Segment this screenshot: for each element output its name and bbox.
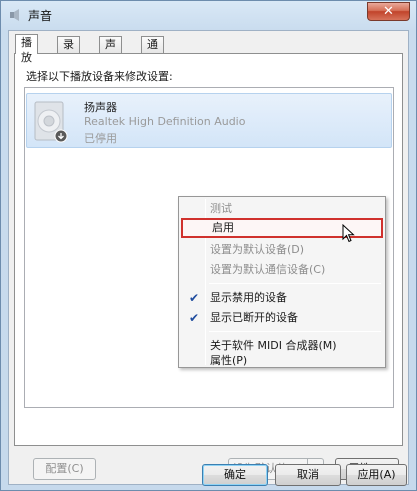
ok-button[interactable]: 确定 xyxy=(202,464,268,486)
title-bar[interactable]: 声音 ✕ xyxy=(1,1,416,29)
menu-item-label: 测试 xyxy=(210,202,232,215)
tab-sounds[interactable]: 声音 xyxy=(99,36,122,66)
menu-item-properties[interactable]: 属性(P) xyxy=(181,354,383,368)
menu-item-label: 关于软件 MIDI 合成器(M) xyxy=(210,339,337,352)
menu-item-test[interactable]: 测试 xyxy=(181,199,383,219)
menu-item-label: 显示禁用的设备 xyxy=(210,291,287,304)
window-title: 声音 xyxy=(28,9,53,23)
menu-item-show-disabled[interactable]: ✔ 显示禁用的设备 xyxy=(181,288,383,308)
menu-item-label: 启用 xyxy=(212,221,234,234)
tab-playback[interactable]: 播放 xyxy=(15,34,38,64)
device-status: 已停用 xyxy=(84,132,117,145)
apply-button[interactable]: 应用(A) xyxy=(346,464,407,486)
dialog-client: 播放 录制 声音 通信 选择以下播放设备来修改设置: 扬声器 Realtek H… xyxy=(8,30,409,486)
device-list[interactable]: 扬声器 Realtek High Definition Audio 已停用 测试… xyxy=(24,87,394,408)
menu-item-label: 属性(P) xyxy=(210,354,248,367)
menu-item-label: 设置为默认设备(D) xyxy=(210,243,305,256)
mouse-cursor-icon xyxy=(342,224,355,243)
checkmark-icon: ✔ xyxy=(189,291,200,305)
speaker-icon xyxy=(10,9,19,21)
tab-communications[interactable]: 通信 xyxy=(141,36,164,66)
menu-item-set-default-comm[interactable]: 设置为默认通信设备(C) xyxy=(181,260,383,280)
instruction-text: 选择以下播放设备来修改设置: xyxy=(26,70,173,83)
sound-dialog: 声音 ✕ 播放 录制 声音 通信 选择以下播放设备来修改设置: xyxy=(0,0,417,491)
configure-button[interactable]: 配置(C) xyxy=(33,458,96,480)
device-name: 扬声器 xyxy=(84,101,117,114)
checkmark-icon: ✔ xyxy=(189,311,200,325)
cancel-button[interactable]: 取消 xyxy=(275,464,341,486)
close-button[interactable]: ✕ xyxy=(367,2,410,21)
menu-item-show-disconnected[interactable]: ✔ 显示已断开的设备 xyxy=(181,308,383,328)
tab-recording[interactable]: 录制 xyxy=(57,36,80,66)
playback-panel: 选择以下播放设备来修改设置: 扬声器 Realtek High Definiti… xyxy=(14,53,403,480)
speaker-device-icon xyxy=(34,101,68,143)
context-menu: 测试 启用 设置为默认设备(D) 设置为默认通信设备(C) ✔ 显示禁用的设备 ✔… xyxy=(178,196,386,368)
device-item-speakers[interactable]: 扬声器 Realtek High Definition Audio 已停用 xyxy=(26,93,392,148)
menu-item-label: 显示已断开的设备 xyxy=(210,311,298,324)
menu-separator xyxy=(209,283,381,284)
menu-item-about-midi[interactable]: 关于软件 MIDI 合成器(M) xyxy=(181,336,383,356)
menu-separator xyxy=(209,331,381,332)
device-description: Realtek High Definition Audio xyxy=(84,115,246,128)
menu-item-label: 设置为默认通信设备(C) xyxy=(210,263,326,276)
